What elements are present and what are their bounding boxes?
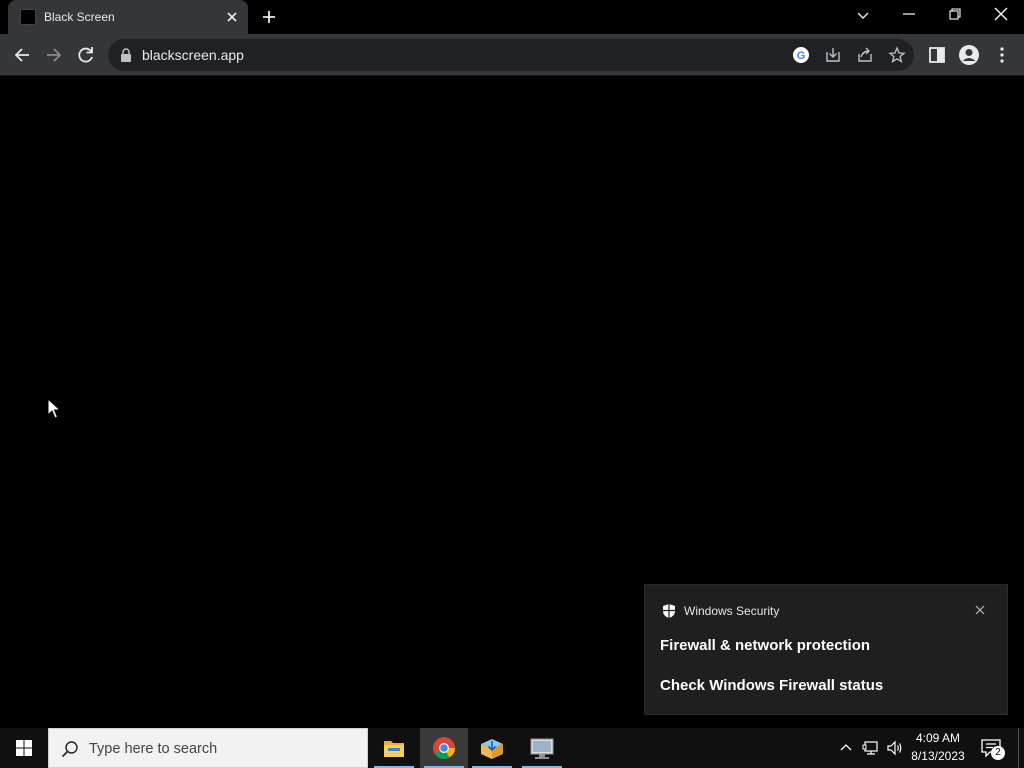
search-placeholder: Type here to search: [89, 741, 218, 757]
clock-time[interactable]: 4:09 AM: [908, 731, 968, 745]
taskbar-search-box[interactable]: Type here to search: [48, 728, 368, 768]
tab-search-chevron-icon[interactable]: [854, 6, 872, 24]
side-panel-icon[interactable]: [926, 44, 948, 66]
lock-icon[interactable]: [120, 48, 132, 62]
toast-title: Firewall & network protection: [660, 637, 871, 654]
address-bar[interactable]: blackscreen.app G: [108, 39, 914, 71]
notification-count-badge: 2: [991, 746, 1005, 760]
back-icon[interactable]: [11, 44, 33, 66]
tab-title: Black Screen: [44, 10, 115, 24]
favicon-icon: [20, 9, 36, 25]
volume-icon[interactable]: [886, 739, 904, 757]
mouse-cursor-icon: [47, 398, 61, 420]
toast-close-icon[interactable]: [973, 603, 987, 617]
show-desktop-button[interactable]: [1018, 728, 1024, 768]
toast-body: Check Windows Firewall status: [660, 677, 884, 694]
svg-text:G: G: [797, 50, 806, 62]
new-tab-icon[interactable]: [260, 8, 278, 26]
taskbar-file-explorer[interactable]: [370, 728, 418, 768]
taskbar-chrome[interactable]: [420, 728, 468, 768]
restore-icon[interactable]: [946, 4, 964, 24]
google-lens-icon[interactable]: G: [792, 46, 810, 64]
share-icon[interactable]: [856, 46, 874, 64]
close-window-icon[interactable]: [992, 4, 1010, 24]
start-button[interactable]: [0, 728, 48, 768]
tab-strip: Black Screen: [0, 0, 1024, 34]
network-icon[interactable]: [862, 739, 880, 757]
tab-close-icon[interactable]: [224, 9, 240, 25]
windows-security-toast[interactable]: Windows Security Firewall & network prot…: [644, 584, 1008, 715]
browser-toolbar: blackscreen.app G: [0, 34, 1024, 76]
shield-icon: [661, 603, 677, 619]
profile-avatar-icon[interactable]: [958, 44, 980, 66]
toast-app-name: Windows Security: [684, 604, 780, 618]
search-icon: [61, 740, 79, 758]
reload-icon[interactable]: [75, 44, 97, 66]
menu-kebab-icon[interactable]: [991, 44, 1013, 66]
bookmark-star-icon[interactable]: [888, 46, 906, 64]
minimize-icon[interactable]: [900, 4, 918, 24]
tab-black-screen[interactable]: Black Screen: [8, 0, 248, 34]
taskbar-app-installer[interactable]: [468, 728, 516, 768]
forward-icon[interactable]: [43, 44, 65, 66]
show-hidden-icons-chevron-icon[interactable]: [838, 740, 854, 756]
taskbar: Type here to search 4:09 AM 8/13/2023 2: [0, 728, 1024, 768]
install-app-icon[interactable]: [824, 46, 842, 64]
taskbar-remote-desktop[interactable]: [518, 728, 566, 768]
url-text[interactable]: blackscreen.app: [142, 47, 244, 63]
clock-date[interactable]: 8/13/2023: [908, 749, 968, 763]
